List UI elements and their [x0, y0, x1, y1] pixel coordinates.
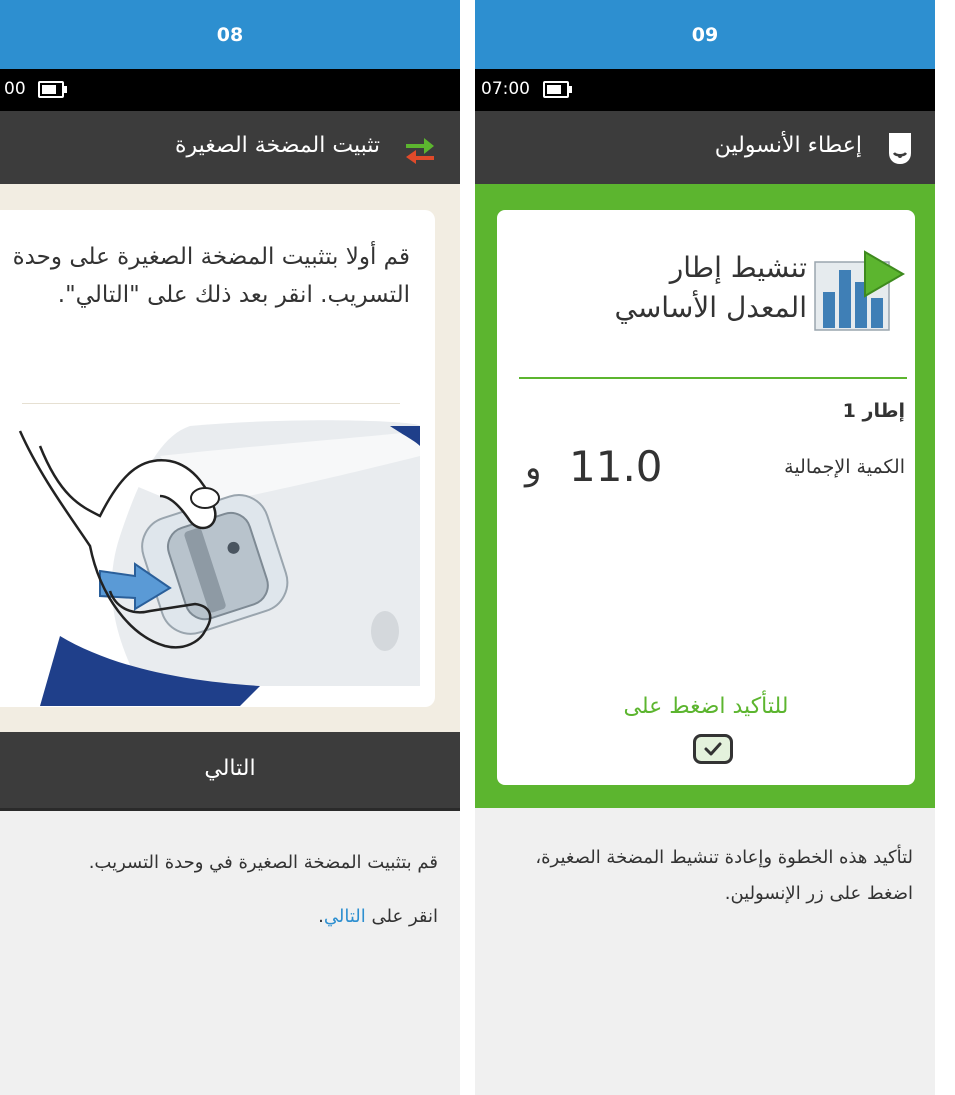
- screen-title: تثبيت المضخة الصغيرة: [174, 133, 380, 158]
- next-link[interactable]: التالي: [324, 906, 366, 927]
- insulin-pump-icon: [889, 133, 911, 165]
- card-heading-line-2: المعدل الأساسي: [614, 291, 808, 324]
- basal-rate-card: تنشيط إطار المعدل الأساسي إطار 1 الكمية …: [497, 210, 915, 785]
- description-text: لتأكيد هذه الخطوة وإعادة تنشيط المضخة ال…: [535, 847, 913, 904]
- next-button[interactable]: التالي: [0, 732, 460, 808]
- instruction-text: قم أولا بتثبيت المضخة الصغيرة على وحدة ا…: [12, 244, 410, 308]
- confirm-instruction: للتأكيد اضغط على: [623, 694, 789, 719]
- card-heading: تنشيط إطار المعدل الأساسي: [615, 248, 808, 328]
- screen-title-bar: إعطاء الأنسولين: [475, 111, 935, 184]
- battery-icon: [543, 81, 572, 98]
- step-number-header: 09: [475, 0, 935, 69]
- confirm-button[interactable]: [693, 734, 733, 764]
- status-time: 07:00: [481, 79, 530, 99]
- description-line-1: قم بتثبيت المضخة الصغيرة في وحدة التسريب…: [88, 852, 438, 873]
- description-prefix: انقر على: [365, 906, 438, 927]
- basal-rate-play-icon: [814, 250, 905, 331]
- step-panel-08: 08 00 تثبيت المضخة الصغيرة قم أولا بتثبي…: [0, 0, 460, 1095]
- total-amount-label: الكمية الإجمالية: [784, 456, 905, 478]
- total-amount-unit: و: [525, 448, 542, 488]
- step-panel-09: 09 07:00 إعطاء الأنسولين تنشيط إطار المع…: [475, 0, 935, 1095]
- swap-arrows-icon: [406, 138, 434, 164]
- status-bar: 07:00: [475, 69, 935, 111]
- status-time: 00: [4, 79, 26, 99]
- screen-title: إعطاء الأنسولين: [714, 133, 862, 158]
- card-heading-line-1: تنشيط إطار: [669, 251, 807, 284]
- checkmark-icon: [704, 742, 722, 756]
- screen-title-bar: تثبيت المضخة الصغيرة: [0, 111, 460, 184]
- battery-icon: [38, 81, 67, 98]
- step-number: 08: [216, 23, 244, 46]
- step-number-header: 08: [0, 0, 460, 69]
- description-line-2: انقر على التالي.: [22, 899, 438, 935]
- step-description: لتأكيد هذه الخطوة وإعادة تنشيط المضخة ال…: [475, 808, 935, 1095]
- patch-pump-attach-illustration: [0, 416, 420, 706]
- card-divider: [519, 377, 907, 379]
- step-number: 09: [691, 23, 719, 46]
- card-divider: [22, 403, 400, 404]
- instruction-card: قم أولا بتثبيت المضخة الصغيرة على وحدة ا…: [0, 210, 435, 707]
- frame-label: إطار 1: [842, 400, 905, 422]
- status-bar: 00: [0, 69, 460, 111]
- step-description: قم بتثبيت المضخة الصغيرة في وحدة التسريب…: [0, 808, 460, 1095]
- next-button-label: التالي: [204, 756, 256, 781]
- total-amount-value: 11.0: [569, 442, 663, 491]
